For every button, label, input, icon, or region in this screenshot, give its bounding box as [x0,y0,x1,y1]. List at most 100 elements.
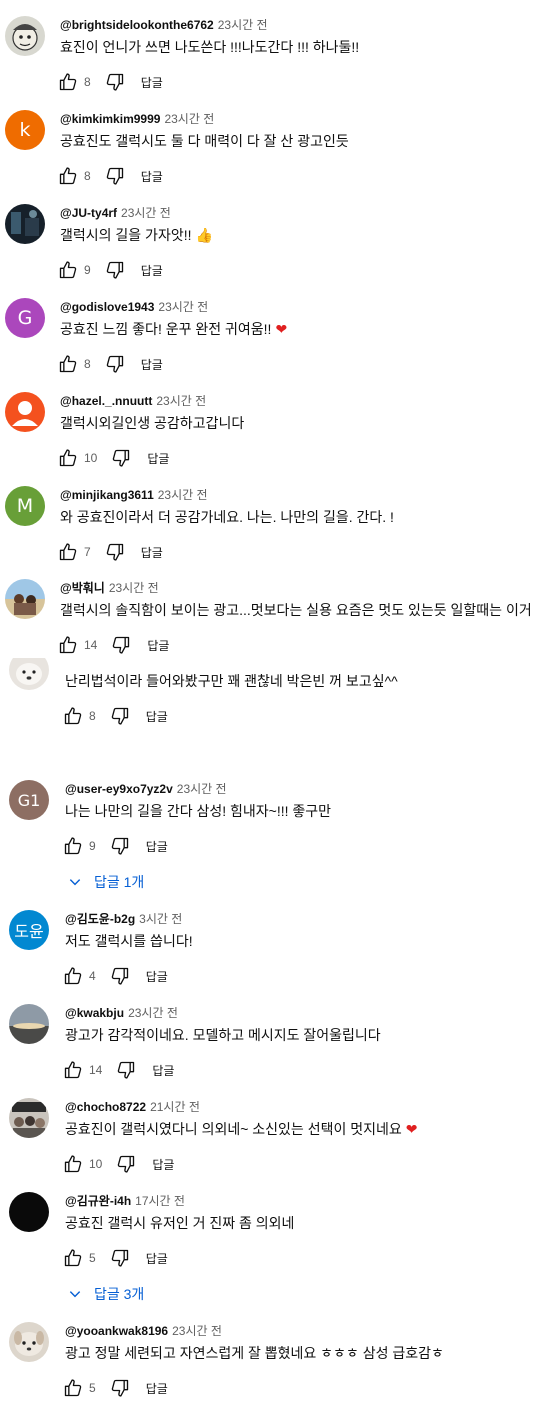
reply-button[interactable]: 답글 [146,968,168,985]
comment-author[interactable]: @kimkimkim9999 [60,112,160,126]
dislike-button[interactable] [105,542,125,562]
comment-author[interactable]: @brightsidelookonthe6762 [60,18,214,32]
avatar[interactable] [5,204,45,244]
comment-timestamp[interactable]: 23시간 전 [128,1006,178,1020]
comment-author[interactable]: @kwakbju [65,1006,124,1020]
comment-author[interactable]: @yooankwak8196 [65,1324,168,1338]
like-button[interactable] [63,1154,83,1174]
like-button[interactable] [58,72,78,92]
comment-actions: 5 답글 [63,1246,168,1270]
comment-text: 난리법석이라 들어와봤구만 꽤 괜찮네 박은빈 꺼 보고싶^^ [65,671,398,691]
comment-timestamp[interactable]: 23시간 전 [158,300,208,314]
comment-timestamp[interactable]: 23시간 전 [164,112,214,126]
comment-author[interactable]: @user-ey9xo7yz2v [65,782,173,796]
reply-button[interactable]: 답글 [146,1380,168,1397]
thumbs-up-icon [63,1378,83,1398]
dislike-button[interactable] [110,706,130,726]
comment-author[interactable]: @김규완-i4h [65,1194,131,1208]
avatar[interactable]: M [5,486,45,526]
avatar[interactable] [5,392,45,432]
reply-button[interactable]: 답글 [146,708,168,725]
reply-button[interactable]: 답글 [152,1062,174,1079]
comment-timestamp[interactable]: 21시간 전 [150,1100,200,1114]
dislike-button[interactable] [116,1060,136,1080]
like-button[interactable] [63,706,83,726]
dislike-button[interactable] [105,260,125,280]
dislike-button[interactable] [110,836,130,856]
like-button[interactable] [58,166,78,186]
avatar[interactable] [9,1192,49,1232]
avatar[interactable] [5,16,45,56]
like-button[interactable] [63,1248,83,1268]
dislike-button[interactable] [105,166,125,186]
like-button[interactable] [63,1378,83,1398]
comment-author[interactable]: @hazel._.nnuutt [60,394,152,408]
thumbs-down-icon [116,1154,136,1174]
reply-button[interactable]: 답글 [146,838,168,855]
comment-header: @yooankwak8196 23시간 전 [65,1323,222,1339]
like-button[interactable] [63,966,83,986]
reply-button[interactable]: 답글 [147,637,169,654]
avatar[interactable] [9,1098,49,1138]
comment-text: 갤럭시의 길을 가자앗!! 👍 [60,225,213,245]
avatar[interactable] [5,579,45,619]
reply-button[interactable]: 답글 [141,544,163,561]
comment-timestamp[interactable]: 23시간 전 [218,18,268,32]
reply-button[interactable]: 답글 [141,74,163,91]
comment-item: @chocho8722 21시간 전 공효진이 갤럭시였다니 의외네~ 소신있는 선… [0,1098,559,1186]
avatar[interactable]: G [5,298,45,338]
comment-author[interactable]: @godislove1943 [60,300,154,314]
comment-timestamp[interactable]: 23시간 전 [156,394,206,408]
like-count: 5 [89,1251,96,1265]
reply-button[interactable]: 답글 [152,1156,174,1173]
like-count: 10 [84,451,98,465]
like-button[interactable] [58,354,78,374]
view-replies-button[interactable]: 답글 1개 [68,872,144,892]
avatar[interactable] [9,1322,49,1362]
chevron-down-icon [68,875,94,889]
dislike-button[interactable] [116,1154,136,1174]
dislike-button[interactable] [110,1248,130,1268]
reply-button[interactable]: 답글 [147,450,169,467]
like-button[interactable] [58,448,78,468]
comment-author[interactable]: @박훠니 [60,581,105,595]
like-count: 8 [84,75,91,89]
view-replies-button[interactable]: 답글 3개 [68,1284,144,1304]
like-button[interactable] [63,836,83,856]
avatar[interactable]: 도윤 [9,910,49,950]
comment-author[interactable]: @chocho8722 [65,1100,146,1114]
comment-timestamp[interactable]: 23시간 전 [121,206,171,220]
comment-body: 나는 나만의 길을 간다 삼성! 힘내자~!!! 좋구만 [65,803,332,819]
comment-timestamp[interactable]: 23시간 전 [177,782,227,796]
dislike-button[interactable] [110,966,130,986]
comment-body: 공효진도 갤럭시도 둘 다 매력이 다 잘 산 광고인듯 [60,133,349,149]
avatar[interactable] [9,1004,49,1044]
comment-author[interactable]: @김도윤-b2g [65,912,135,926]
avatar[interactable]: k [5,110,45,150]
comment-item: @JU-ty4rf 23시간 전 갤럭시의 길을 가자앗!! 👍 9 답글 [0,204,559,292]
comment-timestamp[interactable]: 17시간 전 [135,1194,185,1208]
reply-button[interactable]: 답글 [146,1250,168,1267]
reply-button[interactable]: 답글 [141,356,163,373]
dislike-button[interactable] [105,354,125,374]
like-button[interactable] [58,260,78,280]
dislike-button[interactable] [111,448,131,468]
like-button[interactable] [58,635,78,655]
dislike-button[interactable] [105,72,125,92]
comment-timestamp[interactable]: 23시간 전 [158,488,208,502]
comment-author[interactable]: @JU-ty4rf [60,206,117,220]
comment-timestamp[interactable]: 3시간 전 [139,912,182,926]
thumbs-down-icon [110,836,130,856]
thumbs-down-icon [111,448,131,468]
comment-timestamp[interactable]: 23시간 전 [172,1324,222,1338]
like-button[interactable] [63,1060,83,1080]
like-button[interactable] [58,542,78,562]
reply-button[interactable]: 답글 [141,168,163,185]
avatar[interactable]: G1 [9,780,49,820]
comment-author[interactable]: @minjikang3611 [60,488,154,502]
view-replies-button[interactable]: 답글 1개 [68,742,144,762]
comment-timestamp[interactable]: 23시간 전 [109,581,159,595]
dislike-button[interactable] [110,1378,130,1398]
reply-button[interactable]: 답글 [141,262,163,279]
dislike-button[interactable] [111,635,131,655]
